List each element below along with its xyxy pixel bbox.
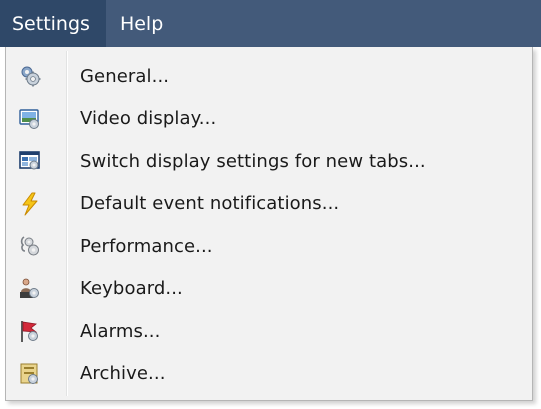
menu-item-keyboard[interactable]: Keyboard...	[6, 268, 532, 311]
menu-item-label: Performance...	[80, 235, 213, 257]
menu-item-label: Switch display settings for new tabs...	[80, 150, 426, 172]
menu-settings[interactable]: Settings	[0, 0, 106, 47]
menu-item-label: Keyboard...	[80, 278, 183, 300]
alarm-flag-icon	[18, 319, 42, 343]
menu-item-label: Alarms...	[80, 320, 161, 342]
menu-item-label: Default event notifications...	[80, 193, 340, 215]
menu-item-event-notifications[interactable]: Default event notifications...	[6, 183, 532, 226]
menu-item-performance[interactable]: Performance...	[6, 225, 532, 268]
menu-help[interactable]: Help	[106, 0, 177, 47]
archive-icon	[18, 362, 42, 386]
switch-display-icon	[18, 149, 42, 173]
menu-list: General... Video display... Switch displ…	[6, 55, 532, 395]
menu-item-archive[interactable]: Archive...	[6, 353, 532, 396]
lightning-icon	[18, 192, 42, 216]
menu-item-label: Video display...	[80, 108, 217, 130]
menu-item-label: Archive...	[80, 363, 166, 385]
performance-gears-icon	[18, 234, 42, 258]
gears-icon	[18, 64, 42, 88]
screen: Settings Help General... Video display..…	[0, 0, 541, 409]
menu-item-general[interactable]: General...	[6, 55, 532, 98]
menu-item-alarms[interactable]: Alarms...	[6, 310, 532, 353]
menu-item-switch-display[interactable]: Switch display settings for new tabs...	[6, 140, 532, 183]
settings-dropdown: General... Video display... Switch displ…	[5, 47, 533, 401]
menu-item-video-display[interactable]: Video display...	[6, 98, 532, 141]
menu-item-label: General...	[80, 65, 170, 87]
video-display-icon	[18, 107, 42, 131]
keyboard-person-icon	[18, 277, 42, 301]
menu-bar: Settings Help	[0, 0, 541, 47]
